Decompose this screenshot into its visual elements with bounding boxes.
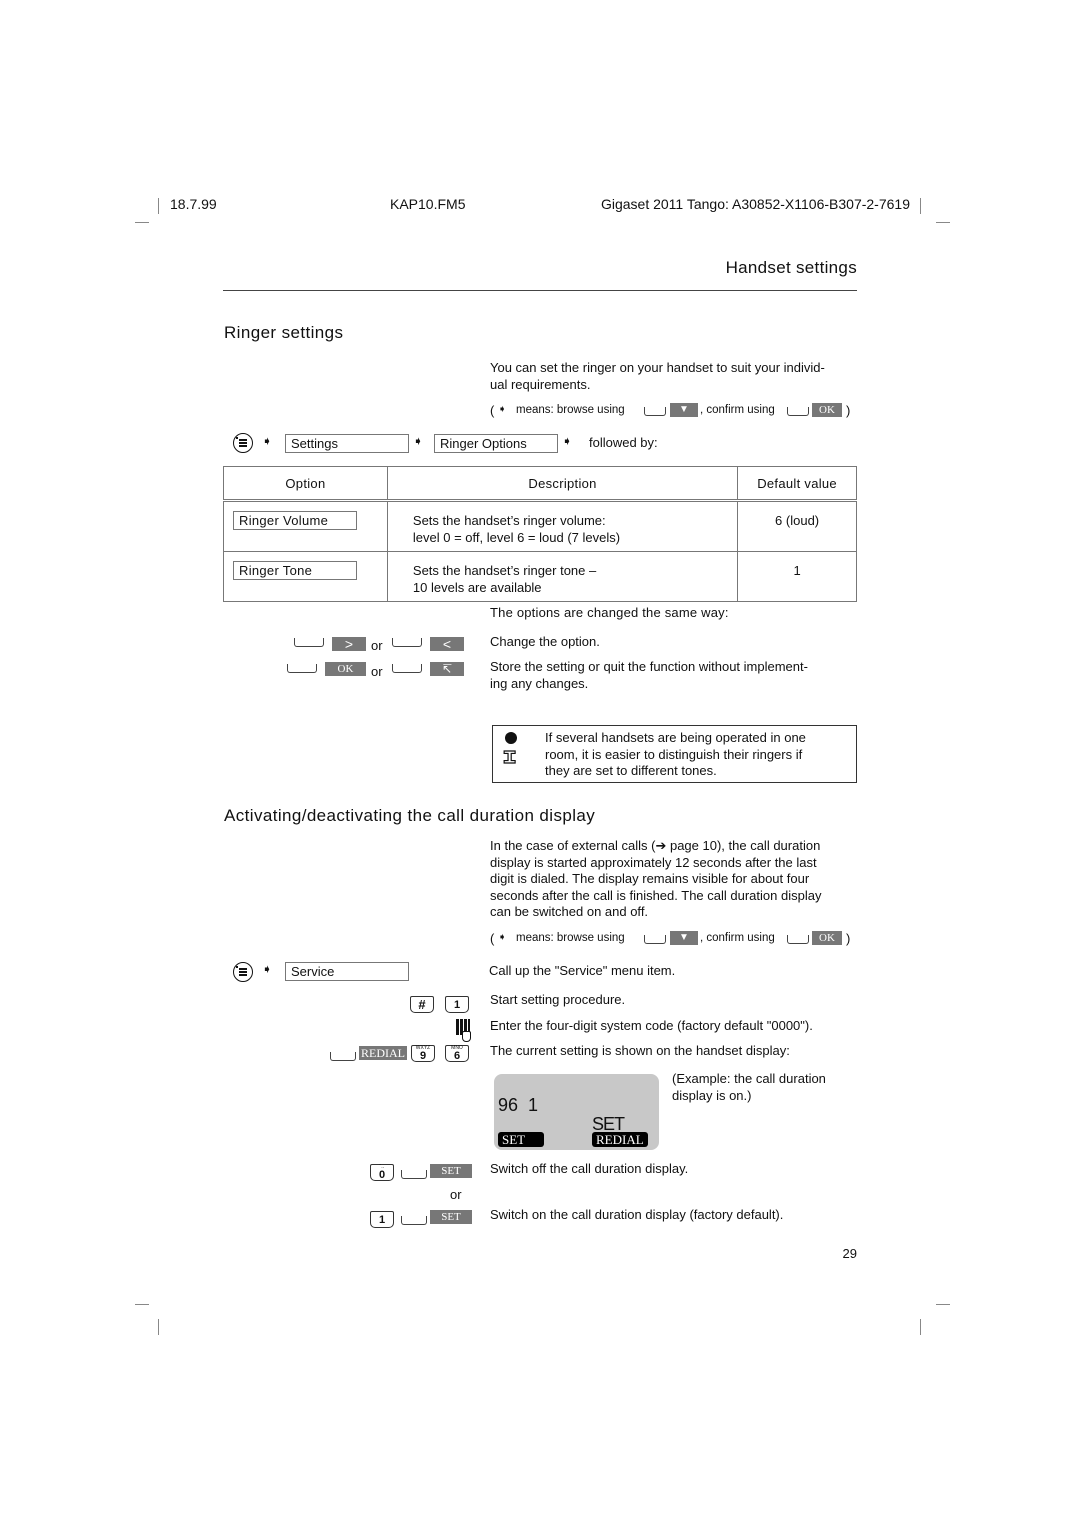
softkey-icon xyxy=(787,935,809,944)
down-key-icon: ▼ xyxy=(670,403,698,417)
info-note: ɪ If several handsets are being operated… xyxy=(492,725,857,783)
crop-mark xyxy=(135,1304,149,1305)
one-key-icon: 1 xyxy=(370,1211,394,1228)
default-value: 1 xyxy=(737,551,857,602)
hash-key-icon: # xyxy=(410,996,434,1013)
softkey-icon xyxy=(401,1216,427,1225)
info-icon: ɪ xyxy=(502,744,517,769)
six-key-icon: MNO 6 xyxy=(445,1045,469,1062)
zero-key-icon: ˘‥ 0 xyxy=(370,1164,394,1181)
ringer-intro: You can set the ringer on your handset t… xyxy=(490,360,860,393)
softkey-icon xyxy=(287,664,317,673)
handset-display: 96 1 SET SET REDIAL xyxy=(494,1074,659,1150)
header-file: KAP10.FM5 xyxy=(390,196,466,212)
ok-key-icon: OK xyxy=(325,662,366,676)
crop-mark xyxy=(920,1319,921,1335)
table-row: Ringer Tone Sets the handset’s ringer to… xyxy=(223,551,857,602)
default-value: 6 (loud) xyxy=(737,499,857,552)
step-store-setting: Store the setting or quit the function w… xyxy=(490,659,808,691)
info-icon xyxy=(505,732,517,744)
header-date: 18.7.99 xyxy=(170,196,217,212)
step-code: Enter the four-digit system code (factor… xyxy=(490,1018,813,1033)
ringer-options-table: Option Description Default value Ringer … xyxy=(223,466,857,602)
menu-item-service[interactable]: Service xyxy=(285,962,409,981)
step-switch-off: Switch off the call duration display. xyxy=(490,1161,689,1176)
or-text: or xyxy=(450,1187,462,1202)
redial-key-icon: REDIAL xyxy=(359,1046,407,1060)
col-header-option: Option xyxy=(223,466,388,501)
softkey-icon xyxy=(294,638,324,647)
softkey-icon xyxy=(330,1052,356,1061)
followed-by: followed by: xyxy=(589,435,658,450)
crop-mark xyxy=(936,1304,950,1305)
call-duration-intro: In the case of external calls (➔ page 10… xyxy=(490,838,822,919)
step-service: Call up the "Service" menu item. xyxy=(489,963,676,978)
crop-mark xyxy=(920,198,921,214)
divider xyxy=(223,290,857,291)
escape-key-icon: ↸ xyxy=(430,662,464,676)
same-way-text: The options are changed the same way: xyxy=(490,605,729,620)
intro-line: You can set the ringer on your handset t… xyxy=(490,360,825,375)
menu-icon xyxy=(233,433,253,453)
display-line1: 96 1 xyxy=(498,1095,539,1115)
display-softkey-set: SET xyxy=(498,1132,544,1147)
menu-item-settings[interactable]: Settings xyxy=(285,434,409,453)
set-key-icon: SET xyxy=(430,1210,472,1224)
step-change-option: Change the option. xyxy=(490,634,600,649)
arrow-icon: ➧ xyxy=(498,932,507,943)
step-current: The current setting is shown on the hand… xyxy=(490,1043,790,1058)
one-key-icon: 1 xyxy=(445,996,469,1013)
table-row: Ringer Volume Sets the handset’s ringer … xyxy=(223,499,857,552)
section-title-call-duration: Activating/deactivating the call duratio… xyxy=(224,806,596,825)
col-header-default: Default value xyxy=(737,466,857,501)
display-softkey-redial: REDIAL xyxy=(592,1132,648,1147)
arrow-icon: ➧ xyxy=(413,434,424,448)
table-header-row: Option Description Default value xyxy=(223,466,857,501)
col-header-description: Description xyxy=(386,466,739,501)
browse-hint: ( ➧ means: browse using ▼ , confirm usin… xyxy=(490,931,851,946)
softkey-icon xyxy=(787,407,809,416)
crop-mark xyxy=(158,198,159,214)
browse-hint: ( ➧ means: browse using ▼ , confirm usin… xyxy=(490,403,851,418)
header-product: Gigaset 2011 Tango: A30852-X1106-B307-2-… xyxy=(600,196,910,212)
softkey-icon xyxy=(401,1170,427,1179)
set-key-icon: SET xyxy=(430,1164,472,1178)
menu-item-ringer-options[interactable]: Ringer Options xyxy=(434,434,558,453)
crop-mark xyxy=(936,222,950,223)
softkey-icon xyxy=(644,935,666,944)
ok-key-icon: OK xyxy=(812,931,842,945)
ok-key-icon: OK xyxy=(812,403,842,417)
nine-key-icon: WXYZ 9 xyxy=(411,1045,435,1062)
arrow-icon: ➧ xyxy=(498,404,507,415)
right-key-icon: > xyxy=(332,637,366,651)
arrow-icon: ➧ xyxy=(262,962,273,976)
softkey-icon xyxy=(392,638,422,647)
section-title-ringer: Ringer settings xyxy=(224,323,344,342)
arrow-icon: ➧ xyxy=(562,434,573,448)
menu-icon xyxy=(233,962,253,982)
softkey-icon xyxy=(644,407,666,416)
step-switch-on: Switch on the call duration display (fac… xyxy=(490,1207,784,1222)
option-ringer-volume[interactable]: Ringer Volume xyxy=(233,511,357,530)
chapter-title: Handset settings xyxy=(725,258,857,277)
step-start: Start setting procedure. xyxy=(490,992,626,1007)
left-key-icon: < xyxy=(430,637,464,651)
arrow-icon: ➧ xyxy=(262,434,273,448)
finger-icon xyxy=(462,1031,471,1042)
crop-mark xyxy=(135,222,149,223)
softkey-icon xyxy=(392,664,422,673)
page-number: 29 xyxy=(842,1246,857,1261)
example-caption: (Example: the call duration display is o… xyxy=(672,1071,826,1103)
option-ringer-tone[interactable]: Ringer Tone xyxy=(233,561,357,580)
intro-line: ual requirements. xyxy=(490,376,591,392)
down-key-icon: ▼ xyxy=(670,931,698,945)
crop-mark xyxy=(158,1319,159,1335)
